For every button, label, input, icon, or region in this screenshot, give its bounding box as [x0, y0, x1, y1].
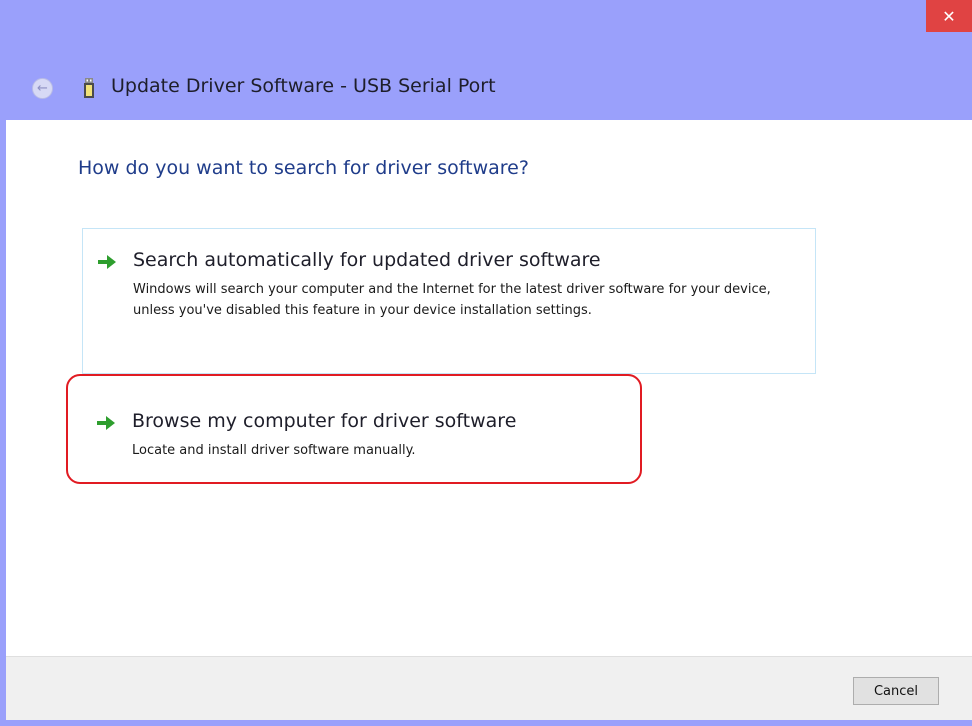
window-title: Update Driver Software - USB Serial Port [111, 75, 496, 97]
title-bar: ✕ ← Update Driver Software - USB Serial … [0, 0, 972, 120]
dialog-footer: Cancel [6, 656, 972, 720]
page-heading: How do you want to search for driver sof… [78, 157, 529, 179]
green-arrow-icon [97, 416, 115, 430]
usb-device-icon [84, 78, 94, 98]
close-button[interactable]: ✕ [926, 0, 972, 32]
dialog-window: ✕ ← Update Driver Software - USB Serial … [0, 0, 972, 726]
dialog-content: How do you want to search for driver sof… [6, 120, 972, 656]
option-title: Browse my computer for driver software [132, 410, 517, 432]
browse-computer-option[interactable]: Browse my computer for driver software L… [82, 398, 642, 478]
navigation-row: ← Update Driver Software - USB Serial Po… [0, 66, 972, 110]
close-icon: ✕ [942, 6, 956, 26]
window-bottom-border [0, 720, 972, 726]
back-arrow-icon[interactable]: ← [32, 78, 53, 99]
option-description: Windows will search your computer and th… [133, 282, 771, 318]
green-arrow-icon [98, 255, 116, 269]
search-automatically-option[interactable]: Search automatically for updated driver … [82, 228, 816, 374]
option-title: Search automatically for updated driver … [133, 249, 601, 271]
cancel-button[interactable]: Cancel [853, 677, 939, 705]
option-description: Locate and install driver software manua… [132, 443, 416, 458]
